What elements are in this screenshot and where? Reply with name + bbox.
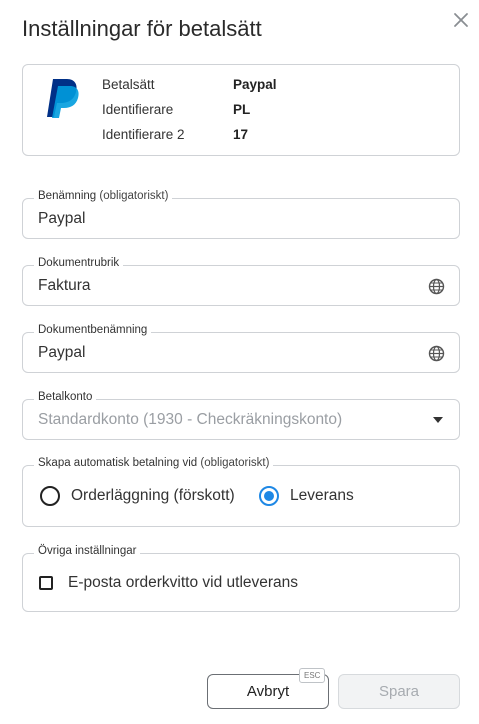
name-field-label: Benämning (obligatoriskt)	[34, 190, 173, 202]
auto-payment-group: Skapa automatisk betalning vid (obligato…	[22, 457, 460, 527]
globe-icon[interactable]	[428, 345, 445, 362]
info-value: Paypal	[233, 77, 277, 92]
payment-account-select[interactable]: Betalkonto Standardkonto (1930 - Checkrä…	[22, 391, 460, 440]
email-receipt-checkbox[interactable]	[39, 576, 53, 590]
dialog-title: Inställningar för betalsätt	[22, 16, 262, 41]
info-label: Identifierare	[102, 102, 174, 117]
info-value: PL	[233, 102, 251, 117]
close-icon[interactable]	[450, 9, 472, 31]
document-header-value[interactable]: Faktura	[38, 277, 91, 295]
radio-button[interactable]	[40, 486, 60, 506]
auto-payment-label: Skapa automatisk betalning vid (obligato…	[34, 457, 274, 469]
payment-account-value[interactable]: Standardkonto (1930 - Checkräkningskonto…	[38, 411, 342, 429]
info-label: Identifierare 2	[102, 127, 185, 142]
payment-account-label: Betalkonto	[34, 391, 97, 403]
radio-delivery[interactable]: Leverans	[259, 486, 354, 506]
globe-icon[interactable]	[428, 278, 445, 295]
info-label: Betalsätt	[102, 77, 155, 92]
info-row-method: Betalsätt Paypal	[102, 77, 277, 92]
email-receipt-label: E-posta orderkvitto vid utleverans	[68, 574, 299, 591]
name-field-value[interactable]: Paypal	[38, 210, 85, 228]
document-name-value[interactable]: Paypal	[38, 344, 85, 362]
payment-info-card: Betalsätt Paypal Identifierare PL Identi…	[22, 64, 460, 156]
document-name-label: Dokumentbenämning	[34, 324, 152, 336]
info-row-identifier-2: Identifierare 2 17	[102, 127, 248, 142]
radio-label: Orderläggning (förskott)	[71, 487, 235, 504]
esc-shortcut-badge: ESC	[299, 668, 326, 683]
info-value: 17	[233, 127, 249, 142]
email-receipt-option[interactable]: E-posta orderkvitto vid utleverans	[39, 574, 298, 592]
document-name-field[interactable]: Dokumentbenämning Paypal	[22, 324, 460, 373]
document-header-field[interactable]: Dokumentrubrik Faktura	[22, 257, 460, 306]
other-settings-label: Övriga inställningar	[34, 545, 141, 557]
paypal-logo	[47, 79, 79, 118]
name-field[interactable]: Benämning (obligatoriskt) Paypal	[22, 190, 460, 239]
info-row-identifier: Identifierare PL	[102, 102, 250, 117]
radio-order-placement[interactable]: Orderläggning (förskott)	[40, 486, 235, 506]
chevron-down-icon[interactable]	[433, 417, 443, 423]
radio-button-checked[interactable]	[259, 486, 279, 506]
radio-label: Leverans	[290, 487, 354, 504]
save-button[interactable]: Spara	[338, 674, 460, 709]
document-header-label: Dokumentrubrik	[34, 257, 124, 269]
other-settings-group: Övriga inställningar E-posta orderkvitto…	[22, 545, 460, 612]
